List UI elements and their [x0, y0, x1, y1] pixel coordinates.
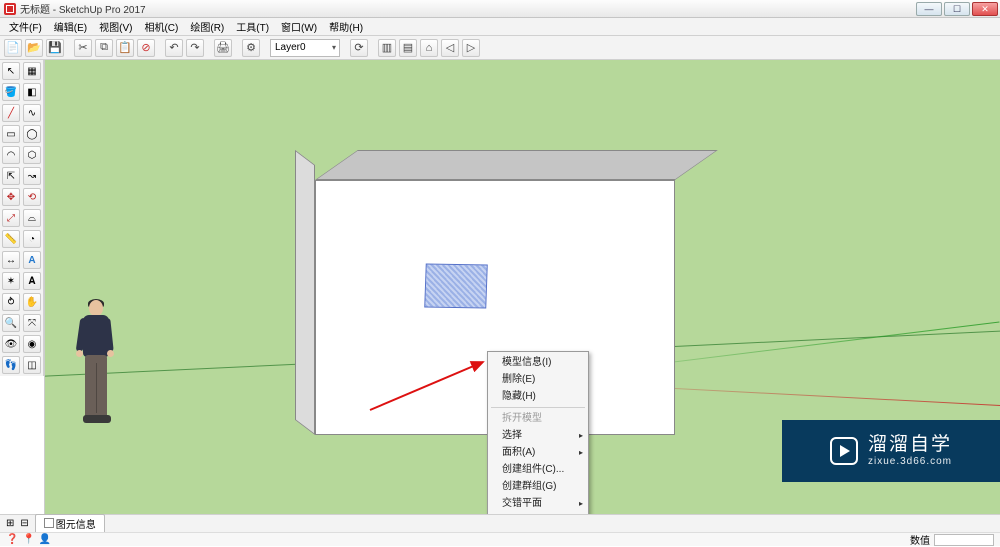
menu-file[interactable]: 文件(F)	[4, 17, 47, 36]
play-icon	[830, 437, 858, 465]
selected-face[interactable]	[424, 263, 488, 308]
freehand-tool[interactable]: ∿	[23, 104, 41, 122]
ctx-: 拆开模型	[488, 410, 588, 427]
menu-window[interactable]: 窗口(W)	[276, 17, 322, 36]
menu-help[interactable]: 帮助(H)	[324, 17, 368, 36]
move-tool[interactable]: ✥	[2, 188, 20, 206]
entity-info-tab[interactable]: 图元信息	[35, 514, 105, 533]
context-menu: 模型信息(I)删除(E)隐藏(H) 拆开模型选择面积(A)创建组件(C)...创建…	[487, 351, 589, 514]
arc-tool[interactable]: ◠	[2, 146, 20, 164]
close-button[interactable]: ✕	[972, 2, 998, 16]
rectangle-tool[interactable]: ▭	[2, 125, 20, 143]
pushpull-tool[interactable]: ⇱	[2, 167, 20, 185]
axes-tool[interactable]: ✶	[2, 272, 20, 290]
rotate-tool[interactable]: ⟲	[23, 188, 41, 206]
status-geo-icon[interactable]: 📍	[22, 534, 34, 545]
watermark-brand: 溜溜自学	[868, 435, 952, 456]
line-tool[interactable]: ╱	[2, 104, 20, 122]
menu-edit[interactable]: 编辑(E)	[49, 17, 92, 36]
orbit-tool[interactable]: ⥁	[2, 293, 20, 311]
next-view-button[interactable]: ▷	[462, 39, 480, 57]
tray-collapse-icon[interactable]: ⊟	[20, 518, 28, 529]
ctx-H[interactable]: 隐藏(H)	[488, 388, 588, 405]
zoom-extents-tool[interactable]: ⤧	[23, 314, 41, 332]
copy-button[interactable]: ⧉	[95, 39, 113, 57]
home-view-button[interactable]: ⌂	[420, 39, 438, 57]
menu-bar: 文件(F) 编辑(E) 视图(V) 相机(C) 绘图(R) 工具(T) 窗口(W…	[0, 18, 1000, 36]
cut-button[interactable]: ✂	[74, 39, 92, 57]
circle-tool[interactable]: ◯	[23, 125, 41, 143]
watermark: 溜溜自学 zixue.3d66.com	[782, 420, 1000, 482]
ctx-G[interactable]: 创建群组(G)	[488, 478, 588, 495]
menu-camera[interactable]: 相机(C)	[139, 17, 183, 36]
tool-palette: ↖ ▦ 🪣 ◧ ╱ ∿ ▭ ◯ ◠ ⬡ ⇱ ↝ ✥ ⟲ ⤢ ⌓ 📏 ◔ ↔ A …	[0, 60, 44, 376]
zoom-tool[interactable]: 🔍	[2, 314, 20, 332]
scale-tool[interactable]: ⤢	[2, 209, 20, 227]
tape-tool[interactable]: 📏	[2, 230, 20, 248]
box-top-face[interactable]	[315, 150, 718, 180]
look-around-tool[interactable]: ◉	[23, 335, 41, 353]
text-tool[interactable]: A	[23, 251, 41, 269]
position-camera-tool[interactable]: 👁	[2, 335, 20, 353]
ctx-A[interactable]: 面积(A)	[488, 444, 588, 461]
menu-draw[interactable]: 绘图(R)	[185, 17, 229, 36]
followme-tool[interactable]: ↝	[23, 167, 41, 185]
watermark-url: zixue.3d66.com	[868, 456, 952, 467]
viewport[interactable]: 模型信息(I)删除(E)隐藏(H) 拆开模型选择面积(A)创建组件(C)...创建…	[44, 60, 1000, 514]
app-icon	[4, 3, 16, 15]
scale-figure[interactable]	[75, 300, 121, 430]
vcb-input[interactable]	[934, 534, 994, 546]
warehouse-button[interactable]: ▥	[378, 39, 396, 57]
window-title: 无标题 - SketchUp Pro 2017	[20, 1, 146, 16]
status-hint-icon[interactable]: ❓	[6, 534, 18, 545]
window-controls: — ☐ ✕	[916, 2, 1000, 16]
paint-tool[interactable]: 🪣	[2, 83, 20, 101]
dimension-tool[interactable]: ↔	[2, 251, 20, 269]
layer-current: Layer0	[275, 42, 306, 53]
3dtext-tool[interactable]: 𝐀	[23, 272, 41, 290]
layer-dropdown[interactable]: Layer0	[270, 39, 340, 57]
print-button[interactable]: 🖨	[214, 39, 232, 57]
tray-toggle-icon[interactable]: ⊞	[6, 518, 14, 529]
polygon-tool[interactable]: ⬡	[23, 146, 41, 164]
undo-button[interactable]: ↶	[165, 39, 183, 57]
offset-tool[interactable]: ⌓	[23, 209, 41, 227]
ctx-I[interactable]: 模型信息(I)	[488, 354, 588, 371]
model-settings-button[interactable]: ⚙	[242, 39, 260, 57]
refresh-button[interactable]: ⟳	[350, 39, 368, 57]
menu-view[interactable]: 视图(V)	[94, 17, 137, 36]
new-file-button[interactable]: 📄	[4, 39, 22, 57]
minimize-button[interactable]: —	[916, 2, 942, 16]
box-side-face[interactable]	[295, 150, 315, 435]
open-file-button[interactable]: 📂	[25, 39, 43, 57]
main-toolbar: 📄 📂 💾 ✂ ⧉ 📋 ⊘ ↶ ↷ 🖨 ⚙ Layer0 ⟳ ▥ ▤ ⌂ ◁ ▷	[0, 36, 1000, 60]
walk-tool[interactable]: 👣	[2, 356, 20, 374]
titlebar: 无标题 - SketchUp Pro 2017 — ☐ ✕	[0, 0, 1000, 18]
paste-button[interactable]: 📋	[116, 39, 134, 57]
redo-button[interactable]: ↷	[186, 39, 204, 57]
eraser-tool[interactable]: ◧	[23, 83, 41, 101]
extension-button[interactable]: ▤	[399, 39, 417, 57]
ctx-[interactable]: 交错平面	[488, 495, 588, 512]
select-tool[interactable]: ↖	[2, 62, 20, 80]
section-tool[interactable]: ◫	[23, 356, 41, 374]
pan-tool[interactable]: ✋	[23, 293, 41, 311]
bottom-tab-strip: ⊞ ⊟ 图元信息	[0, 514, 1000, 532]
status-bar: ❓ 📍 👤 数值	[0, 532, 1000, 546]
ctx-E[interactable]: 删除(E)	[488, 371, 588, 388]
save-button[interactable]: 💾	[46, 39, 64, 57]
maximize-button[interactable]: ☐	[944, 2, 970, 16]
delete-button[interactable]: ⊘	[137, 39, 155, 57]
vcb-label: 数值	[910, 532, 930, 547]
ctx-[interactable]: 选择	[488, 427, 588, 444]
make-component-tool[interactable]: ▦	[23, 62, 41, 80]
status-user-icon[interactable]: 👤	[39, 534, 51, 545]
ctx-C[interactable]: 创建组件(C)...	[488, 461, 588, 478]
menu-tools[interactable]: 工具(T)	[231, 17, 274, 36]
prev-view-button[interactable]: ◁	[441, 39, 459, 57]
protractor-tool[interactable]: ◔	[23, 230, 41, 248]
